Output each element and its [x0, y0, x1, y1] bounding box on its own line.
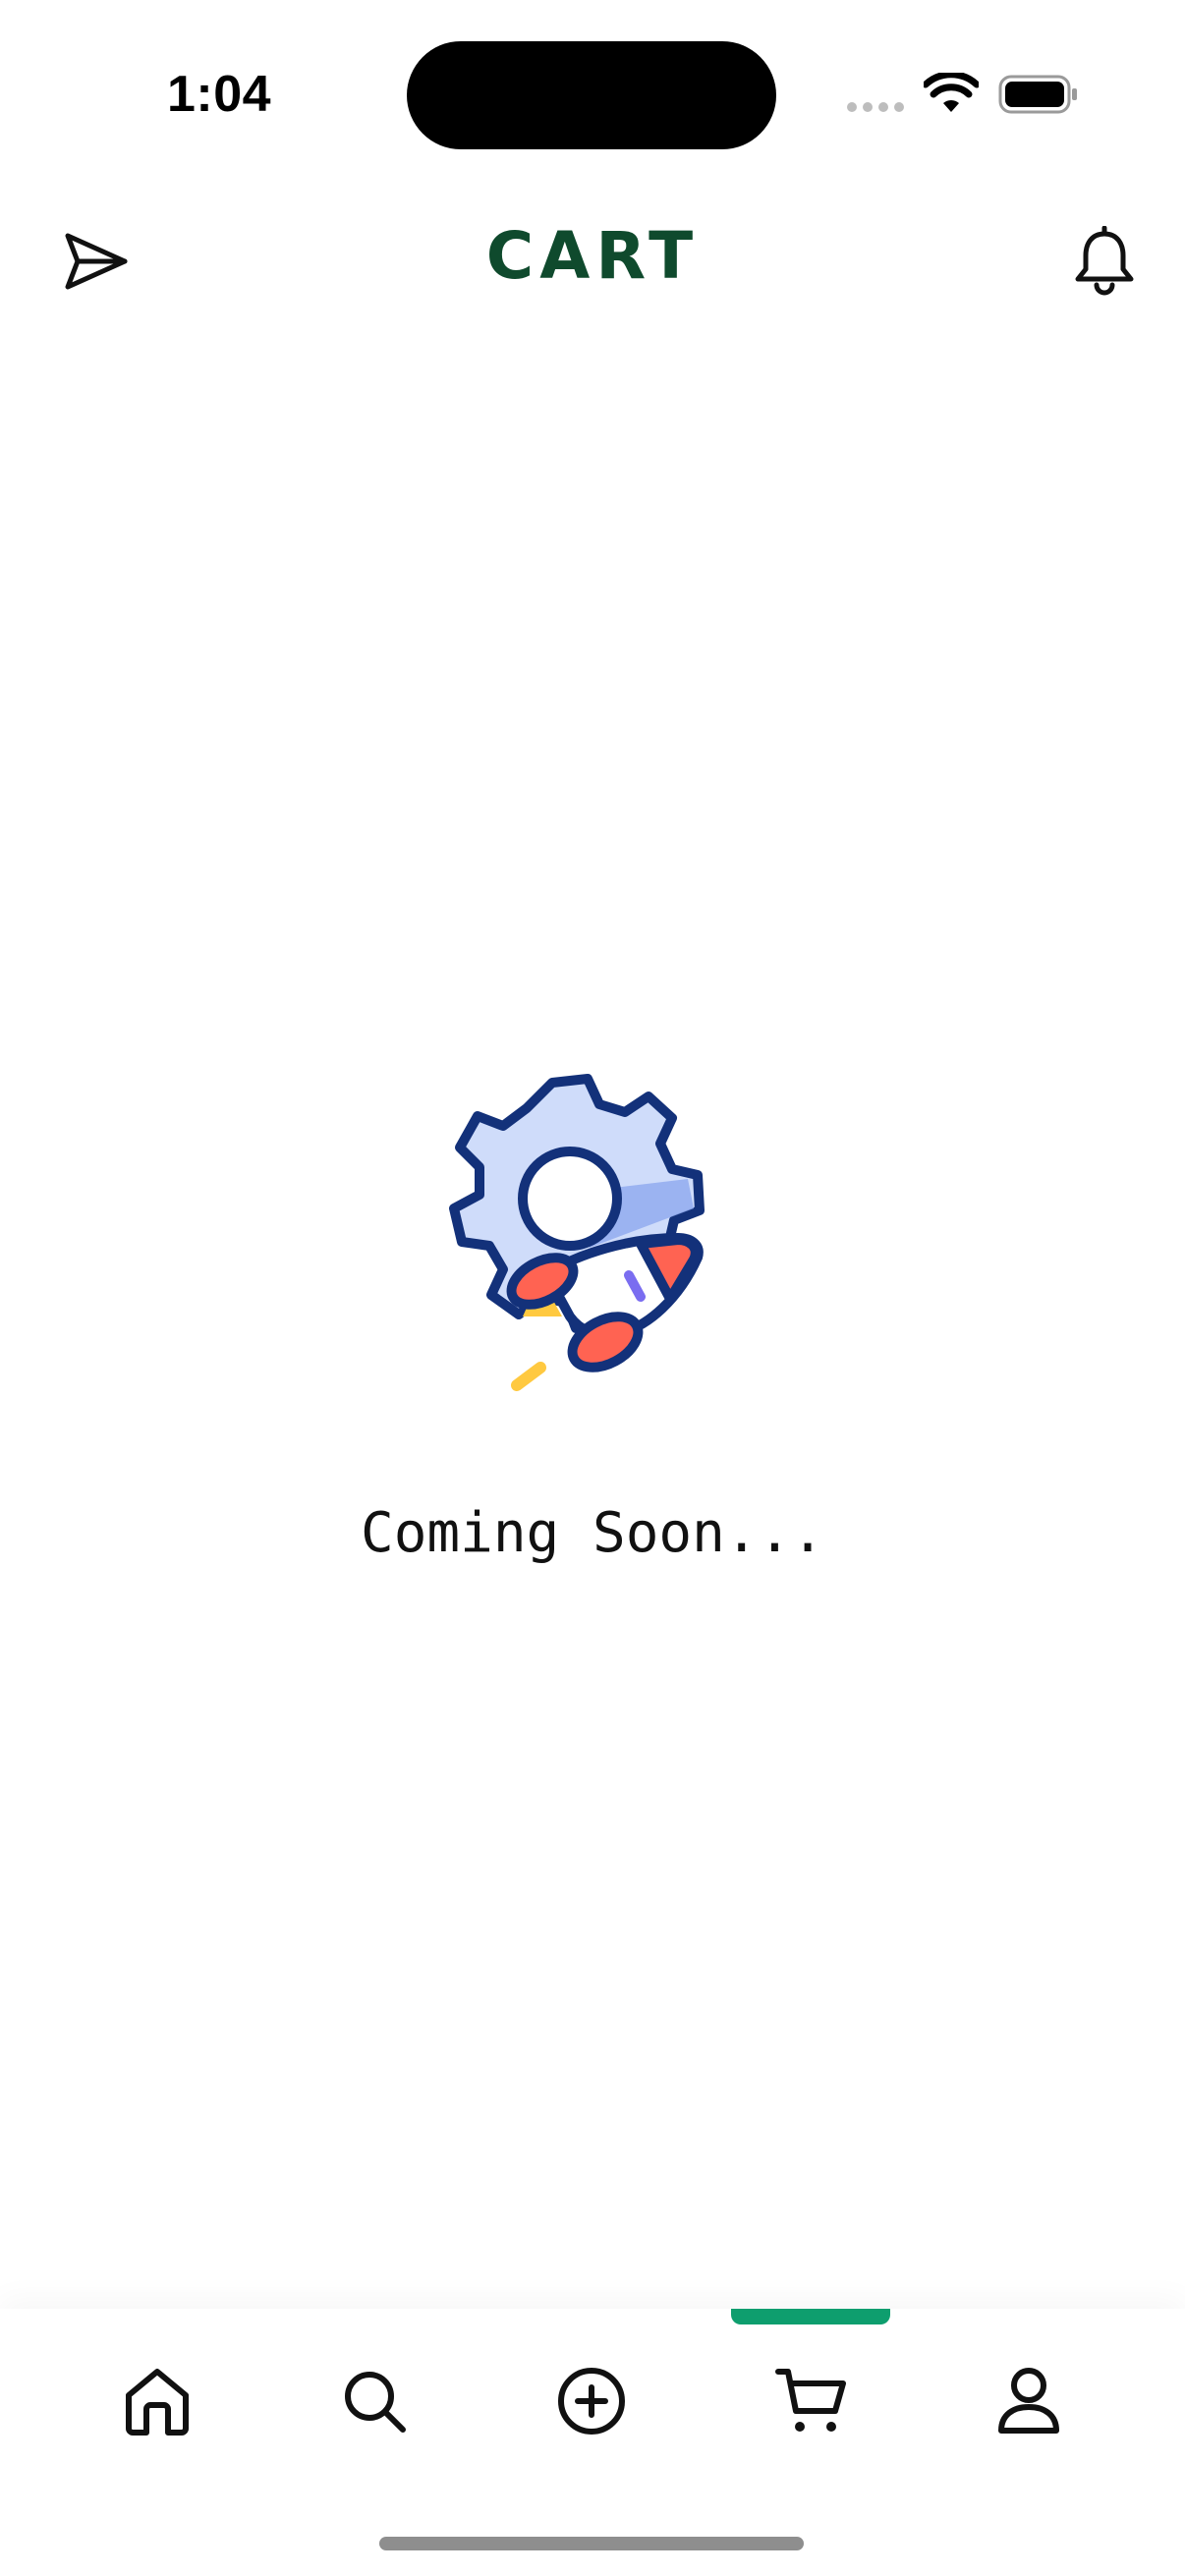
nav-add[interactable] [544, 2354, 639, 2448]
nav-profile[interactable] [982, 2354, 1076, 2448]
status-bar: 1:04 [0, 0, 1185, 187]
home-icon [126, 2369, 189, 2436]
battery-icon [998, 75, 1077, 114]
profile-icon [998, 2368, 1059, 2434]
page-title: CART [485, 218, 700, 294]
search-icon [345, 2372, 406, 2433]
wifi-icon [924, 73, 979, 112]
cart-icon [775, 2369, 846, 2432]
nav-cart[interactable] [764, 2354, 859, 2448]
gear-rocket-illustration [449, 1074, 705, 1391]
nav-home[interactable] [110, 2354, 204, 2448]
plus-circle-icon [558, 2368, 625, 2435]
dynamic-island [407, 41, 776, 149]
cart-screen: 1:04 CART Coming Soon... [0, 0, 1185, 2576]
bell-icon [1075, 226, 1134, 296]
app-header: CART [0, 196, 1185, 324]
nav-search[interactable] [327, 2354, 422, 2448]
status-time: 1:04 [167, 66, 272, 123]
home-indicator[interactable] [379, 2537, 804, 2550]
cellular-signal-icon [847, 102, 904, 112]
active-tab-indicator [731, 2309, 890, 2324]
notifications-button[interactable] [1067, 224, 1142, 299]
coming-soon-message: Coming Soon... [360, 1501, 824, 1565]
